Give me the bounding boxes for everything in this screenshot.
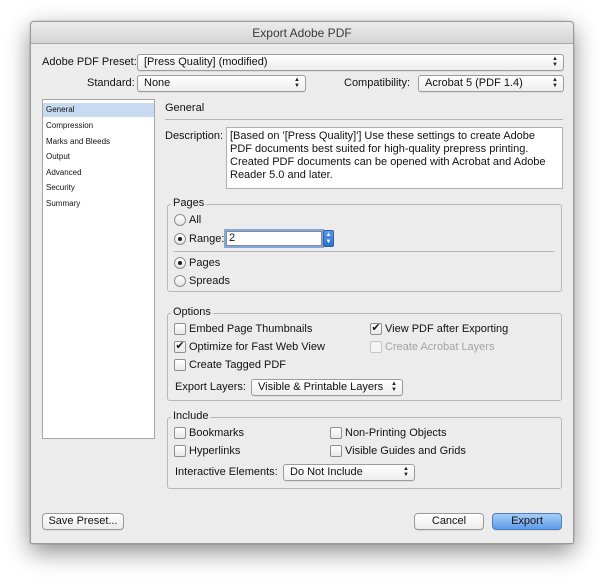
non-printing-label: Non-Printing Objects xyxy=(345,427,447,439)
updown-arrows-icon: ▲ ▼ xyxy=(552,56,558,68)
embed-thumbnails-checkbox[interactable] xyxy=(174,323,186,335)
description-label: Description: xyxy=(165,130,224,142)
include-group-title: Include xyxy=(171,410,211,422)
preset-value: [Press Quality] (modified) xyxy=(144,56,268,68)
updown-arrows-icon: ▲ ▼ xyxy=(403,466,409,478)
export-layers-label: Export Layers: xyxy=(175,381,246,393)
tagged-pdf-label: Create Tagged PDF xyxy=(189,359,287,371)
export-layers-dropdown[interactable]: Visible & Printable Layers ▲ ▼ xyxy=(251,379,403,396)
dialog-title: Export Adobe PDF xyxy=(31,22,573,44)
interactive-elements-dropdown[interactable]: Do Not Include ▲ ▼ xyxy=(283,464,415,481)
cancel-button[interactable]: Cancel xyxy=(414,513,484,530)
sidebar-item-marks-and-bleeds[interactable]: Marks and Bleeds xyxy=(43,135,154,149)
pages-range-radio[interactable] xyxy=(174,233,186,245)
preset-label: Adobe PDF Preset: xyxy=(42,56,137,68)
updown-arrows-icon: ▲ ▼ xyxy=(294,77,300,89)
interactive-elements-value: Do Not Include xyxy=(290,466,363,478)
checkmark-icon: ✔ xyxy=(371,322,381,334)
range-stepper[interactable]: ▲ ▼ xyxy=(323,230,334,247)
guides-grids-label: Visible Guides and Grids xyxy=(345,445,466,457)
save-preset-button[interactable]: Save Preset... xyxy=(42,513,124,530)
acrobat-layers-checkbox xyxy=(370,341,382,353)
non-printing-checkbox[interactable] xyxy=(330,427,342,439)
optimize-web-label: Optimize for Fast Web View xyxy=(189,341,325,353)
preset-dropdown[interactable]: [Press Quality] (modified) ▲ ▼ xyxy=(137,54,564,71)
options-group-title: Options xyxy=(171,306,213,318)
description-text: [Based on '[Press Quality]'] Use these s… xyxy=(226,127,563,189)
hyperlinks-checkbox[interactable] xyxy=(174,445,186,457)
guides-grids-checkbox[interactable] xyxy=(330,445,342,457)
export-pdf-dialog: Export Adobe PDF Adobe PDF Preset: [Pres… xyxy=(30,21,574,544)
view-after-export-label: View PDF after Exporting xyxy=(385,323,509,335)
section-divider xyxy=(165,119,563,120)
stepper-up-icon: ▲ xyxy=(325,232,332,238)
optimize-web-checkbox[interactable]: ✔ xyxy=(174,341,186,353)
view-after-export-checkbox[interactable]: ✔ xyxy=(370,323,382,335)
sidebar-item-general[interactable]: General xyxy=(43,103,154,117)
layout-pages-radio[interactable] xyxy=(174,257,186,269)
acrobat-layers-label: Create Acrobat Layers xyxy=(385,341,495,353)
bookmarks-label: Bookmarks xyxy=(189,427,245,439)
sidebar-item-compression[interactable]: Compression xyxy=(43,119,154,133)
range-input[interactable]: 2 xyxy=(226,231,322,246)
standard-value: None xyxy=(144,77,171,89)
sidebar-item-summary[interactable]: Summary xyxy=(43,197,154,211)
layout-spreads-label: Spreads xyxy=(189,275,230,287)
standard-label: Standard: xyxy=(87,77,135,89)
pages-all-label: All xyxy=(189,214,202,226)
section-title: General xyxy=(165,102,205,114)
pages-all-radio[interactable] xyxy=(174,214,186,226)
updown-arrows-icon: ▲ ▼ xyxy=(391,381,397,393)
pages-group-title: Pages xyxy=(171,197,207,209)
hyperlinks-label: Hyperlinks xyxy=(189,445,241,457)
checkmark-icon: ✔ xyxy=(175,340,185,352)
layout-pages-label: Pages xyxy=(189,257,221,269)
category-list: General Compression Marks and Bleeds Out… xyxy=(42,99,155,439)
compatibility-dropdown[interactable]: Acrobat 5 (PDF 1.4) ▲ ▼ xyxy=(418,75,564,92)
embed-thumbnails-label: Embed Page Thumbnails xyxy=(189,323,313,335)
sidebar-item-advanced[interactable]: Advanced xyxy=(43,166,154,180)
compatibility-value: Acrobat 5 (PDF 1.4) xyxy=(425,77,523,89)
export-button[interactable]: Export xyxy=(492,513,562,530)
pages-divider xyxy=(174,251,554,252)
pages-range-label: Range: xyxy=(189,233,225,245)
tagged-pdf-checkbox[interactable] xyxy=(174,359,186,371)
stepper-down-icon: ▼ xyxy=(325,239,332,245)
bookmarks-checkbox[interactable] xyxy=(174,427,186,439)
compatibility-label: Compatibility: xyxy=(344,77,411,89)
updown-arrows-icon: ▲ ▼ xyxy=(552,77,558,89)
layout-spreads-radio[interactable] xyxy=(174,275,186,287)
export-layers-value: Visible & Printable Layers xyxy=(258,381,384,393)
sidebar-item-security[interactable]: Security xyxy=(43,181,154,195)
sidebar-item-output[interactable]: Output xyxy=(43,150,154,164)
interactive-elements-label: Interactive Elements: xyxy=(175,466,278,478)
standard-dropdown[interactable]: None ▲ ▼ xyxy=(137,75,306,92)
